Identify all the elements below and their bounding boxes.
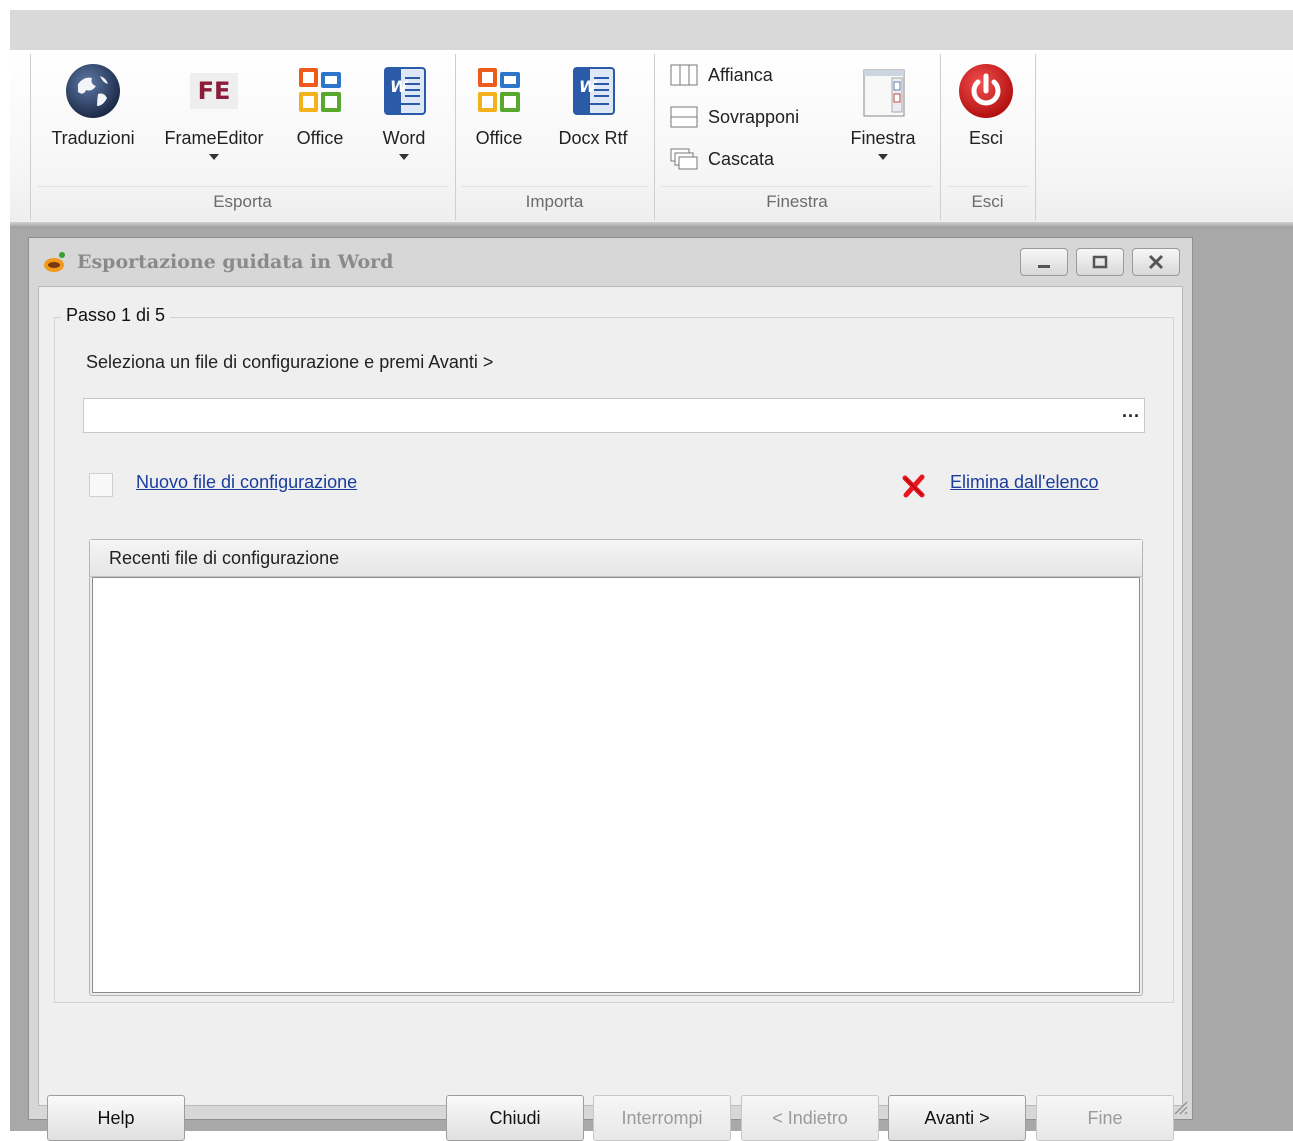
maximize-icon — [1092, 255, 1108, 269]
close-icon — [1148, 254, 1164, 270]
traduzioni-button[interactable]: Traduzioni — [38, 50, 148, 180]
group-divider — [462, 186, 648, 187]
close-button[interactable] — [1132, 248, 1180, 276]
sovrapponi-label: Sovrapponi — [708, 106, 800, 127]
step-indicator: Passo 1 di 5 — [61, 305, 171, 326]
office-export-label: Office — [296, 128, 344, 148]
overlap-icon — [670, 106, 698, 128]
affianca-label: Affianca — [708, 64, 773, 85]
frameeditor-label: FrameEditor — [164, 128, 264, 148]
finestra-label: Finestra — [850, 128, 916, 148]
group-label-importa: Importa — [525, 192, 584, 211]
group-divider — [661, 186, 933, 187]
chiudi-button[interactable]: Chiudi — [446, 1095, 584, 1141]
group-separator — [1035, 54, 1036, 220]
group-label-esporta: Esporta — [213, 192, 272, 211]
ribbon-tab-strip — [10, 10, 1293, 50]
word-export-button[interactable]: W Word — [366, 50, 442, 180]
recent-config-list[interactable] — [92, 577, 1140, 993]
office-import-button[interactable]: Office — [460, 50, 538, 180]
docx-rtf-button[interactable]: W Docx Rtf — [545, 50, 641, 180]
dropdown-arrow-icon — [878, 154, 888, 160]
config-file-field[interactable]: ... — [83, 398, 1145, 433]
avanti-button[interactable]: Avanti > — [888, 1095, 1026, 1141]
window-icon — [863, 69, 905, 117]
recent-config-header: Recenti file di configurazione — [90, 540, 1142, 577]
frameeditor-button[interactable]: FE FrameEditor — [154, 50, 274, 180]
dropdown-arrow-icon — [399, 154, 409, 160]
minimize-icon — [1038, 265, 1050, 268]
power-icon — [959, 64, 1013, 118]
new-config-link[interactable]: Nuovo file di configurazione — [136, 472, 357, 493]
globe-icon — [66, 64, 120, 118]
dialog-titlebar[interactable]: Esportazione guidata in Word — [29, 238, 1192, 286]
cascata-label: Cascata — [708, 148, 775, 169]
help-button[interactable]: Help — [47, 1095, 185, 1141]
delete-x-icon[interactable] — [901, 473, 927, 499]
sovrapponi-button[interactable]: Sovrapponi — [670, 100, 799, 134]
recent-config-title: Recenti file di configurazione — [109, 548, 340, 568]
app-icon — [44, 252, 65, 272]
docx-rtf-label: Docx Rtf — [558, 128, 628, 148]
new-config-checkbox[interactable] — [89, 473, 113, 497]
affianca-button[interactable]: Affianca — [670, 58, 773, 92]
fine-button[interactable]: Fine — [1036, 1095, 1174, 1141]
dialog-client-area: Passo 1 di 5 Seleziona un file di config… — [38, 286, 1183, 1141]
maximize-button[interactable] — [1076, 248, 1124, 276]
dialog-title: Esportazione guidata in Word — [77, 251, 394, 273]
export-wizard-dialog: Esportazione guidata in Word Passo 1 di … — [28, 237, 1193, 1141]
office-icon — [299, 68, 341, 112]
svg-text:W: W — [390, 77, 409, 96]
group-label-esci: Esci — [971, 192, 1004, 211]
finestra-button[interactable]: Finestra — [838, 50, 928, 180]
group-label-finestra: Finestra — [766, 192, 828, 211]
frameeditor-icon: FE — [185, 62, 243, 120]
browse-button[interactable]: ... — [1122, 401, 1140, 422]
office-import-label: Office — [475, 128, 523, 148]
office-icon — [478, 68, 520, 112]
word-icon: W — [384, 67, 426, 115]
tile-icon — [670, 64, 698, 86]
recent-config-group: Recenti file di configurazione — [89, 539, 1143, 996]
esci-button[interactable]: Esci — [950, 50, 1022, 180]
office-export-button[interactable]: Office — [280, 50, 360, 180]
cascata-button[interactable]: Cascata — [670, 142, 774, 176]
instruction-text: Seleziona un file di configurazione e pr… — [86, 352, 494, 372]
esci-label: Esci — [968, 128, 1003, 148]
delete-from-list-link[interactable]: Elimina dall'elenco — [950, 472, 1099, 493]
minimize-button[interactable] — [1020, 248, 1068, 276]
group-divider — [38, 186, 448, 187]
indietro-button[interactable]: < Indietro — [741, 1095, 879, 1141]
interrompi-button[interactable]: Interrompi — [593, 1095, 731, 1141]
cascade-icon — [670, 148, 698, 170]
dropdown-arrow-icon — [209, 154, 219, 160]
group-divider — [947, 186, 1029, 187]
word-icon: W — [573, 67, 615, 115]
traduzioni-label: Traduzioni — [51, 128, 135, 148]
word-export-label: Word — [382, 128, 426, 148]
svg-text:W: W — [579, 77, 598, 96]
resize-grip-icon[interactable] — [1172, 1099, 1188, 1115]
